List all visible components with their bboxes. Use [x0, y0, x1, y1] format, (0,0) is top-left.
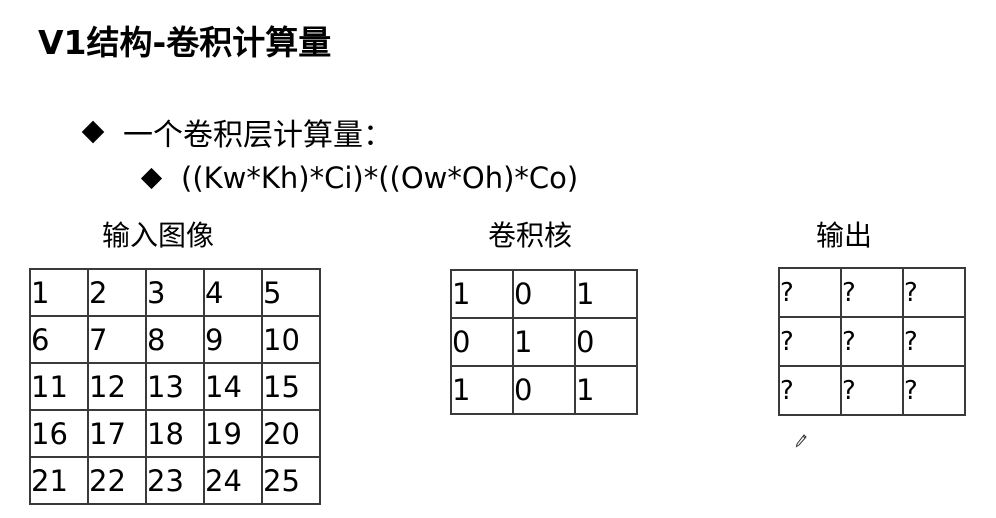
- grid-cell: ?: [902, 316, 966, 367]
- grid-cell: 0: [574, 317, 638, 367]
- grid-cell: 14: [203, 362, 263, 411]
- grid-cell: 3: [145, 268, 205, 317]
- bullet-compute-cost: 一个卷积层计算量：: [81, 110, 393, 154]
- grid-cell: ?: [902, 267, 966, 318]
- grid-cell: 19: [203, 409, 263, 458]
- grid-cell: 12: [87, 362, 147, 411]
- output-grid: ? ? ? ? ? ? ? ? ?: [778, 267, 966, 416]
- diamond-bullet-icon: [140, 167, 163, 189]
- grid-cell: 0: [512, 269, 576, 319]
- pencil-icon: [795, 434, 807, 448]
- grid-cell: 10: [261, 315, 321, 364]
- grid-cell: 13: [145, 362, 205, 411]
- grid-cell: 4: [203, 268, 263, 317]
- grid-cell: 16: [29, 409, 89, 458]
- grid-cell: ?: [840, 316, 904, 367]
- output-caption: 输出: [816, 219, 873, 252]
- grid-cell: 1: [574, 269, 638, 319]
- grid-cell: 9: [203, 315, 263, 364]
- grid-cell: 1: [29, 268, 89, 317]
- grid-cell: 20: [261, 409, 321, 458]
- input-image-grid: 1 2 3 4 5 6 7 8 9 10 11 12 13 14 15 16 1…: [29, 268, 321, 505]
- grid-cell: ?: [778, 316, 842, 367]
- grid-cell: 1: [574, 365, 638, 415]
- table-row: ? ? ?: [778, 365, 966, 416]
- grid-cell: 18: [145, 409, 205, 458]
- grid-cell: 5: [261, 268, 321, 317]
- table-row: 11 12 13 14 15: [29, 362, 321, 411]
- table-row: 1 0 1: [450, 269, 638, 319]
- grid-cell: 0: [450, 317, 514, 367]
- table-row: 1 2 3 4 5: [29, 268, 321, 317]
- grid-cell: ?: [778, 267, 842, 318]
- grid-cell: 23: [145, 456, 205, 505]
- grid-cell: 17: [87, 409, 147, 458]
- grid-cell: 7: [87, 315, 147, 364]
- grid-cell: ?: [840, 267, 904, 318]
- table-row: 6 7 8 9 10: [29, 315, 321, 364]
- grid-cell: 1: [512, 317, 576, 367]
- grid-cell: 1: [450, 365, 514, 415]
- grid-cell: 2: [87, 268, 147, 317]
- diamond-bullet-icon: [81, 120, 105, 144]
- grid-cell: 24: [203, 456, 263, 505]
- table-row: 0 1 0: [450, 317, 638, 367]
- grid-cell: 6: [29, 315, 89, 364]
- kernel-caption: 卷积核: [488, 219, 573, 252]
- grid-cell: 21: [29, 456, 89, 505]
- table-row: 21 22 23 24 25: [29, 456, 321, 505]
- grid-cell: 8: [145, 315, 205, 364]
- bullet-text: 一个卷积层计算量：: [123, 118, 393, 153]
- slide-title: V1结构-卷积计算量: [38, 23, 332, 62]
- grid-cell: ?: [902, 365, 966, 416]
- grid-cell: 1: [450, 269, 514, 319]
- grid-cell: 25: [261, 456, 321, 505]
- formula-text: ((Kw*Kh)*Ci)*((Ow*Oh)*Co): [181, 161, 579, 195]
- table-row: ? ? ?: [778, 267, 966, 318]
- table-row: ? ? ?: [778, 316, 966, 367]
- kernel-grid: 1 0 1 0 1 0 1 0 1: [450, 269, 638, 415]
- input-image-caption: 输入图像: [102, 219, 215, 252]
- grid-cell: ?: [840, 365, 904, 416]
- table-row: 16 17 18 19 20: [29, 409, 321, 458]
- grid-cell: 15: [261, 362, 321, 411]
- bullet-formula: ((Kw*Kh)*Ci)*((Ow*Oh)*Co): [140, 161, 579, 195]
- grid-cell: 0: [512, 365, 576, 415]
- table-row: 1 0 1: [450, 365, 638, 415]
- grid-cell: ?: [778, 365, 842, 416]
- grid-cell: 11: [29, 362, 89, 411]
- slide: V1结构-卷积计算量 一个卷积层计算量： ((Kw*Kh)*Ci)*((Ow*O…: [0, 0, 996, 518]
- grid-cell: 22: [87, 456, 147, 505]
